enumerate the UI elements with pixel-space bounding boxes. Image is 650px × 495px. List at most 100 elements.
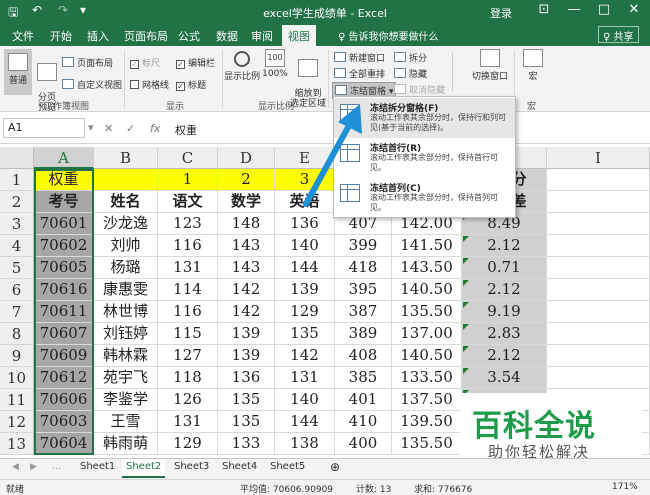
cell-b6[interactable]: 康惠雯 [94,279,158,301]
cell-e3[interactable]: 136 [275,213,335,235]
cell-f5[interactable]: 418 [335,257,392,279]
cell-a8[interactable]: 70607 [34,323,94,345]
add-sheet-icon[interactable]: ⊕ [330,460,340,474]
cell-c5[interactable]: 131 [158,257,218,279]
cell-a11[interactable]: 70606 [34,389,94,411]
cell-e7[interactable]: 129 [275,301,335,323]
cell-f6[interactable]: 395 [335,279,392,301]
cell-d8[interactable]: 139 [218,323,275,345]
column-header-c[interactable]: C [158,147,218,169]
side-by-side-icons[interactable] [452,52,464,92]
sheet-tab-3[interactable]: Sheet3 [174,461,209,472]
cell-a3[interactable]: 70601 [34,213,94,235]
column-header-d[interactable]: D [218,147,275,169]
cell-e12[interactable]: 144 [275,411,335,433]
cell-e9[interactable]: 142 [275,345,335,367]
cell-d13[interactable]: 133 [218,433,275,455]
column-header-a[interactable]: A [34,147,94,169]
status-zoom[interactable]: 171% [612,482,638,492]
cell-i8[interactable] [547,323,650,345]
row-header-4[interactable]: 4 [0,235,34,257]
cell-c4[interactable]: 116 [158,235,218,257]
cell-i6[interactable] [547,279,650,301]
cell-c12[interactable]: 131 [158,411,218,433]
cell-h8[interactable]: 2.83 [462,323,547,345]
cell-e5[interactable]: 144 [275,257,335,279]
enter-icon[interactable]: ✓ [126,122,135,135]
cell-h4[interactable]: 2.12 [462,235,547,257]
cell-g7[interactable]: 135.50 [392,301,462,323]
cell-i9[interactable] [547,345,650,367]
sheet-more-icon[interactable]: … [52,462,61,472]
cell-g9[interactable]: 140.50 [392,345,462,367]
tab-review[interactable]: 审阅 [251,28,273,44]
cell-c8[interactable]: 115 [158,323,218,345]
cell-i1[interactable] [547,169,650,191]
cell-c13[interactable]: 129 [158,433,218,455]
cell-g10[interactable]: 133.50 [392,367,462,389]
cell-b5[interactable]: 杨璐 [94,257,158,279]
cell-d5[interactable]: 143 [218,257,275,279]
cell-a13[interactable]: 70604 [34,433,94,455]
normal-view-button[interactable]: 普通 [4,49,32,95]
cell-d6[interactable]: 142 [218,279,275,301]
cell-e4[interactable]: 140 [275,235,335,257]
zoom-100-button[interactable]: 100 100% [262,49,288,95]
login-link[interactable]: 登录 [490,5,512,21]
cell-d11[interactable]: 135 [218,389,275,411]
page-break-preview-button[interactable]: 分页 预览 [34,49,60,113]
row-header-6[interactable]: 6 [0,279,34,301]
switch-windows-button[interactable]: 切换窗口 [470,49,510,95]
cell-i7[interactable] [547,301,650,323]
custom-views-button[interactable]: 自定义视图 [62,78,122,91]
cell-c3[interactable]: 123 [158,213,218,235]
cell-d1[interactable]: 2 [218,169,275,191]
cell-d9[interactable]: 139 [218,345,275,367]
row-header-2[interactable]: 2 [0,191,34,213]
cell-d10[interactable]: 136 [218,367,275,389]
cell-c6[interactable]: 114 [158,279,218,301]
cell-c1[interactable]: 1 [158,169,218,191]
minimize-button[interactable]: — [562,2,586,17]
formula-bar-checkbox[interactable]: ✓ 编辑栏 [176,56,215,69]
cell-c2[interactable]: 语文 [158,191,218,213]
cell-i10[interactable] [547,367,650,389]
sheet-tab-4[interactable]: Sheet4 [222,461,257,472]
cell-d3[interactable]: 148 [218,213,275,235]
cell-a5[interactable]: 70605 [34,257,94,279]
cell-i2[interactable] [547,191,650,213]
row-header-3[interactable]: 3 [0,213,34,235]
column-header-i[interactable]: I [547,147,650,169]
insert-function-icon[interactable]: fx [150,122,160,135]
cell-f13[interactable]: 400 [335,433,392,455]
cell-i4[interactable] [547,235,650,257]
tab-formulas[interactable]: 公式 [178,28,200,44]
row-header-10[interactable]: 10 [0,367,34,389]
cell-b7[interactable]: 林世博 [94,301,158,323]
sheet-tab-2[interactable]: Sheet2 [122,459,166,478]
select-all-corner[interactable] [0,147,34,169]
namebox-dropdown-icon[interactable]: ▾ [88,121,94,134]
sheet-tab-5[interactable]: Sheet5 [270,461,305,472]
cell-d4[interactable]: 143 [218,235,275,257]
cell-g13[interactable]: 135.50 [392,433,462,455]
cell-a12[interactable]: 70603 [34,411,94,433]
ruler-checkbox[interactable]: ✓ 标尺 [130,56,160,69]
cell-g4[interactable]: 141.50 [392,235,462,257]
share-button[interactable]: ♀ 共享 [598,26,639,43]
macros-button[interactable]: 宏 [518,49,548,95]
next-sheet-icon[interactable]: ▶ [30,462,37,472]
cell-b8[interactable]: 刘钰婷 [94,323,158,345]
cell-f8[interactable]: 389 [335,323,392,345]
cell-g5[interactable]: 143.50 [392,257,462,279]
ribbon-display-icon[interactable]: ⊡ [532,2,556,17]
cell-d7[interactable]: 142 [218,301,275,323]
cell-a6[interactable]: 70616 [34,279,94,301]
headings-checkbox[interactable]: ✓ 标题 [176,78,206,91]
cell-c10[interactable]: 118 [158,367,218,389]
row-header-13[interactable]: 13 [0,433,34,455]
cancel-icon[interactable]: ✕ [104,122,113,135]
gridlines-checkbox[interactable]: 网格线 [130,78,169,91]
cell-a2[interactable]: 考号 [34,191,94,213]
row-header-11[interactable]: 11 [0,389,34,411]
